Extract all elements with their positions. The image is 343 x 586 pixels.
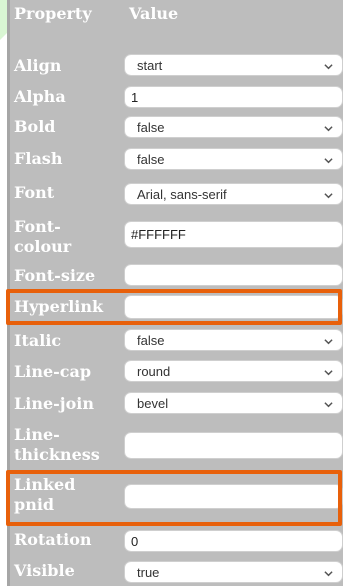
property-select[interactable]: false <box>124 116 343 138</box>
property-row: Linked pnid <box>10 471 343 526</box>
property-label: Hyperlink <box>14 297 104 316</box>
property-value: 1 <box>131 89 139 105</box>
property-value: true <box>137 564 160 580</box>
chevron-down-icon <box>324 188 333 199</box>
property-input[interactable]: 1 <box>124 86 343 108</box>
property-select[interactable]: Arial, sans-serif <box>124 183 343 205</box>
property-label: Rotation <box>14 530 92 549</box>
property-label: Flash <box>14 149 63 168</box>
property-select[interactable]: false <box>124 329 343 351</box>
property-row: Rotation 0 <box>10 526 343 556</box>
property-value: false <box>137 151 165 167</box>
property-value: Arial, sans-serif <box>137 186 227 202</box>
property-input[interactable]: 0 <box>124 530 343 552</box>
property-label: Align <box>14 56 62 75</box>
property-input[interactable] <box>124 432 343 459</box>
property-row: Align start <box>10 50 343 83</box>
property-input[interactable] <box>124 264 343 286</box>
property-row: Font- colour #FFFFFF <box>10 217 343 262</box>
property-label: Italic <box>14 331 62 350</box>
property-label: Alpha <box>14 87 66 106</box>
property-row: Flash false <box>10 143 343 175</box>
property-label: Linked pnid <box>14 475 76 514</box>
property-value: false <box>137 332 165 348</box>
property-label: Line-cap <box>14 362 92 381</box>
chevron-down-icon <box>324 121 333 132</box>
property-select[interactable]: start <box>124 54 343 76</box>
property-row: Line- thickness <box>10 421 343 471</box>
property-label: Line-join <box>14 394 94 413</box>
properties-panel: Property Value Align start Alpha 1 Bold false… <box>7 0 343 586</box>
property-value: round <box>137 363 171 379</box>
property-row: Line-cap round <box>10 357 343 389</box>
property-value: 0 <box>131 533 139 549</box>
property-label: Font <box>14 183 55 202</box>
header-row: Property Value <box>10 2 343 24</box>
property-input[interactable] <box>124 484 343 509</box>
chevron-down-icon <box>324 59 333 70</box>
property-row: Line-join bevel <box>10 389 343 421</box>
property-input[interactable] <box>124 295 343 319</box>
chevron-down-icon <box>324 566 333 577</box>
property-input[interactable]: #FFFFFF <box>124 221 343 248</box>
property-select[interactable]: round <box>124 360 343 382</box>
property-row: Italic false <box>10 325 343 357</box>
property-row: Font Arial, sans-serif <box>10 175 343 217</box>
property-select[interactable]: false <box>124 148 343 170</box>
property-value: #FFFFFF <box>131 227 186 242</box>
property-label: Line- thickness <box>14 425 100 464</box>
property-column-header: Property <box>14 4 92 23</box>
property-value: bevel <box>137 395 169 411</box>
property-label: Bold <box>14 117 56 136</box>
property-row: Bold false <box>10 112 343 143</box>
property-value: start <box>137 57 163 73</box>
chevron-down-icon <box>324 334 333 345</box>
property-value: false <box>137 119 165 135</box>
property-row: Visible true <box>10 556 343 586</box>
value-column-header: Value <box>129 4 179 23</box>
property-select[interactable]: bevel <box>124 392 343 414</box>
property-select[interactable]: true <box>124 561 343 583</box>
chevron-down-icon <box>324 153 333 164</box>
chevron-down-icon <box>324 365 333 376</box>
property-row: Hyperlink <box>10 290 343 325</box>
property-label: Font-size <box>14 266 96 285</box>
chevron-down-icon <box>324 397 333 408</box>
property-label: Visible <box>14 561 75 580</box>
property-row: Alpha 1 <box>10 83 343 112</box>
property-row: Font-size <box>10 262 343 290</box>
property-label: Font- colour <box>14 217 72 256</box>
